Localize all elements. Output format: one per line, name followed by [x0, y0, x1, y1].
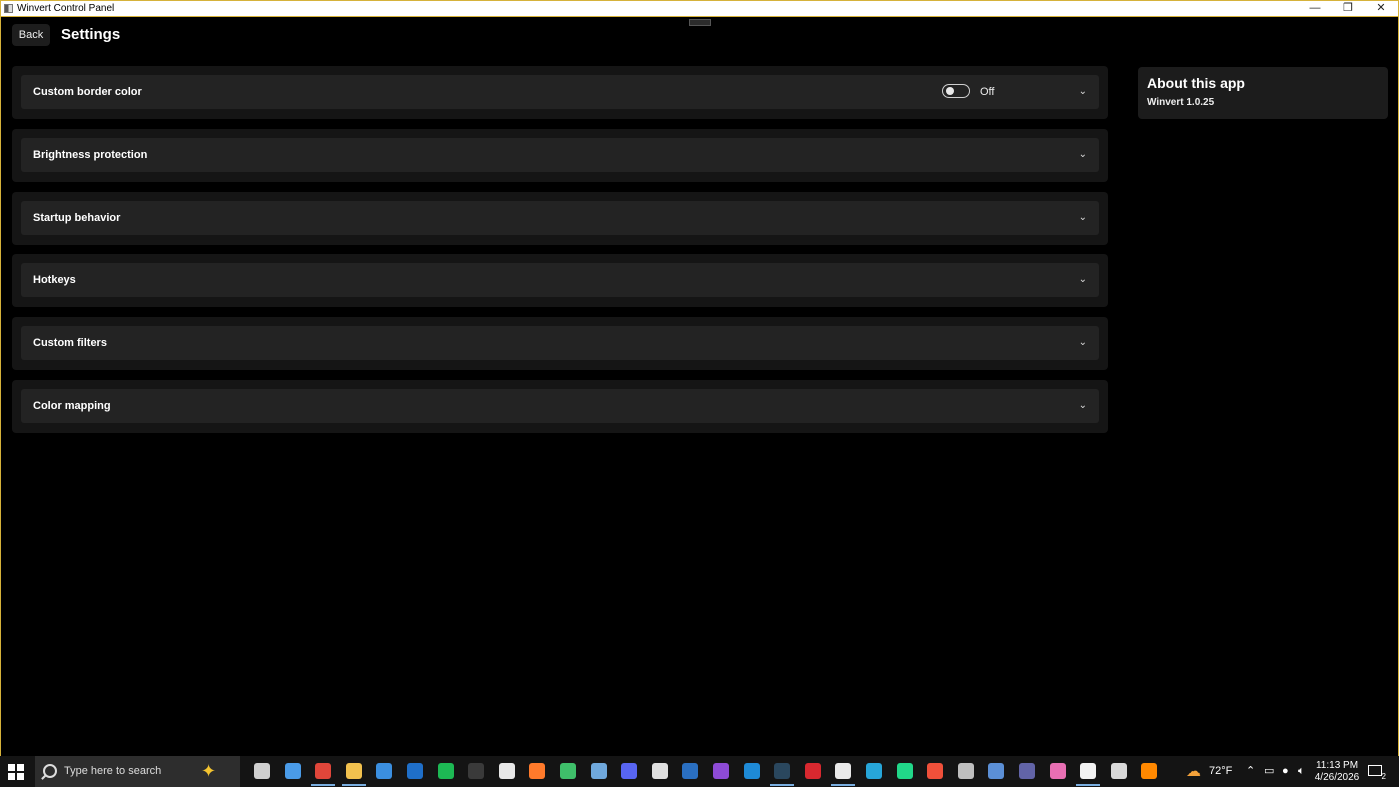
section-label: Custom filters — [33, 337, 107, 349]
expander-brightness-protection[interactable]: Brightness protection ⌄ — [21, 138, 1099, 172]
chevron-up-icon[interactable]: ⌃ — [1246, 756, 1255, 787]
microphone-icon[interactable]: ● — [1282, 756, 1289, 787]
taskbar-search[interactable]: Type here to search ✦ — [35, 756, 240, 787]
weather-icon[interactable]: ☁ — [1186, 756, 1201, 787]
weather-temperature[interactable]: 72°F — [1209, 756, 1232, 787]
section-custom-border-color: Custom border color Off ⌄ — [12, 66, 1108, 119]
green-app-icon[interactable] — [560, 763, 576, 779]
active-app-icon[interactable] — [1080, 763, 1096, 779]
chrome-icon[interactable] — [315, 763, 331, 779]
close-button[interactable]: ✕ — [1366, 1, 1396, 16]
windows-logo-icon — [8, 764, 15, 771]
battery-icon[interactable]: ▭ — [1264, 756, 1274, 787]
section-color-mapping: Color mapping ⌄ — [12, 380, 1108, 433]
vscode-icon[interactable] — [744, 763, 760, 779]
section-custom-filters: Custom filters ⌄ — [12, 317, 1108, 370]
search-icon — [43, 764, 57, 778]
title-bar[interactable]: Winvert Control Panel — ❐ ✕ — [1, 1, 1398, 17]
firefox-icon[interactable] — [529, 763, 545, 779]
outlook-icon[interactable] — [407, 763, 423, 779]
about-heading: About this app — [1147, 75, 1245, 91]
network-tool-icon[interactable] — [591, 763, 607, 779]
chevron-down-icon[interactable]: ⌄ — [1079, 75, 1087, 109]
paint-icon[interactable] — [1050, 763, 1066, 779]
app-version: Winvert 1.0.25 — [1147, 97, 1215, 108]
notification-count: 2 — [1381, 772, 1386, 781]
editor-icon[interactable] — [988, 763, 1004, 779]
teams-icon[interactable] — [1019, 763, 1035, 779]
custom-border-toggle[interactable] — [942, 84, 970, 98]
clock-date: 4/26/2026 — [1314, 772, 1360, 783]
pycharm-icon[interactable] — [897, 763, 913, 779]
chevron-down-icon[interactable]: ⌄ — [1079, 389, 1087, 423]
running-indicator — [1076, 784, 1100, 786]
minimize-button[interactable]: — — [1300, 1, 1330, 16]
chevron-down-icon[interactable]: ⌄ — [1079, 326, 1087, 360]
visual-studio-icon[interactable] — [713, 763, 729, 779]
page-title: Settings — [61, 26, 121, 43]
chevron-down-icon[interactable]: ⌄ — [1079, 138, 1087, 172]
file-explorer-icon[interactable] — [346, 763, 362, 779]
running-indicator — [831, 784, 855, 786]
terminal-icon[interactable] — [468, 763, 484, 779]
g-app-icon[interactable] — [499, 763, 515, 779]
running-indicator — [770, 784, 794, 786]
start-button[interactable] — [8, 764, 24, 780]
app-window: Winvert Control Panel — ❐ ✕ Back Setting… — [0, 0, 1399, 757]
section-label: Hotkeys — [33, 274, 76, 286]
chevron-down-icon[interactable]: ⌄ — [1079, 201, 1087, 235]
search-placeholder: Type here to search — [64, 765, 162, 777]
chevron-down-icon[interactable]: ⌄ — [1079, 263, 1087, 297]
git-icon[interactable] — [927, 763, 943, 779]
clock-time: 11:13 PM — [1315, 760, 1359, 771]
section-label: Brightness protection — [33, 149, 148, 161]
back-button[interactable]: Back — [12, 24, 50, 46]
expander-custom-border-color[interactable]: Custom border color Off ⌄ — [21, 75, 1099, 109]
section-label: Startup behavior — [33, 212, 121, 224]
media-player-icon[interactable] — [1111, 763, 1127, 779]
expander-custom-filters[interactable]: Custom filters ⌄ — [21, 326, 1099, 360]
expander-hotkeys[interactable]: Hotkeys ⌄ — [21, 263, 1099, 297]
store-icon[interactable] — [376, 763, 392, 779]
section-hotkeys: Hotkeys ⌄ — [12, 254, 1108, 307]
winvert-icon[interactable] — [835, 763, 851, 779]
drag-handle[interactable] — [689, 19, 711, 26]
task-view-icon[interactable] — [254, 763, 270, 779]
books-icon[interactable] — [652, 763, 668, 779]
section-startup-behavior: Startup behavior ⌄ — [12, 192, 1108, 245]
section-brightness-protection: Brightness protection ⌄ — [12, 129, 1108, 182]
volume-icon[interactable]: 🔈︎ — [1298, 756, 1305, 787]
about-panel: About this app Winvert 1.0.25 — [1138, 67, 1388, 119]
running-indicator — [311, 784, 335, 786]
toggle-knob — [946, 87, 954, 95]
window-title: Winvert Control Panel — [17, 3, 115, 14]
vlc-icon[interactable] — [1141, 763, 1157, 779]
steam-icon[interactable] — [774, 763, 790, 779]
mail-icon[interactable] — [958, 763, 974, 779]
link-app-icon[interactable] — [866, 763, 882, 779]
discord-icon[interactable] — [621, 763, 637, 779]
red-app-icon[interactable] — [805, 763, 821, 779]
app-logo-icon — [4, 4, 13, 13]
expander-color-mapping[interactable]: Color mapping ⌄ — [21, 389, 1099, 423]
toggle-state-label: Off — [980, 86, 995, 98]
taskbar-clock[interactable]: 11:13 PM 4/26/2026 — [1312, 760, 1362, 784]
running-indicator — [342, 784, 366, 786]
restore-button[interactable]: ❐ — [1333, 1, 1363, 16]
expander-startup-behavior[interactable]: Startup behavior ⌄ — [21, 201, 1099, 235]
notification-icon[interactable]: 2 — [1368, 765, 1386, 781]
powershell-icon[interactable] — [682, 763, 698, 779]
spotify-icon[interactable] — [438, 763, 454, 779]
copilot-icon[interactable] — [285, 763, 301, 779]
section-label: Custom border color — [33, 86, 142, 98]
section-label: Color mapping — [33, 400, 111, 412]
sparkle-icon[interactable]: ✦ — [201, 760, 216, 782]
